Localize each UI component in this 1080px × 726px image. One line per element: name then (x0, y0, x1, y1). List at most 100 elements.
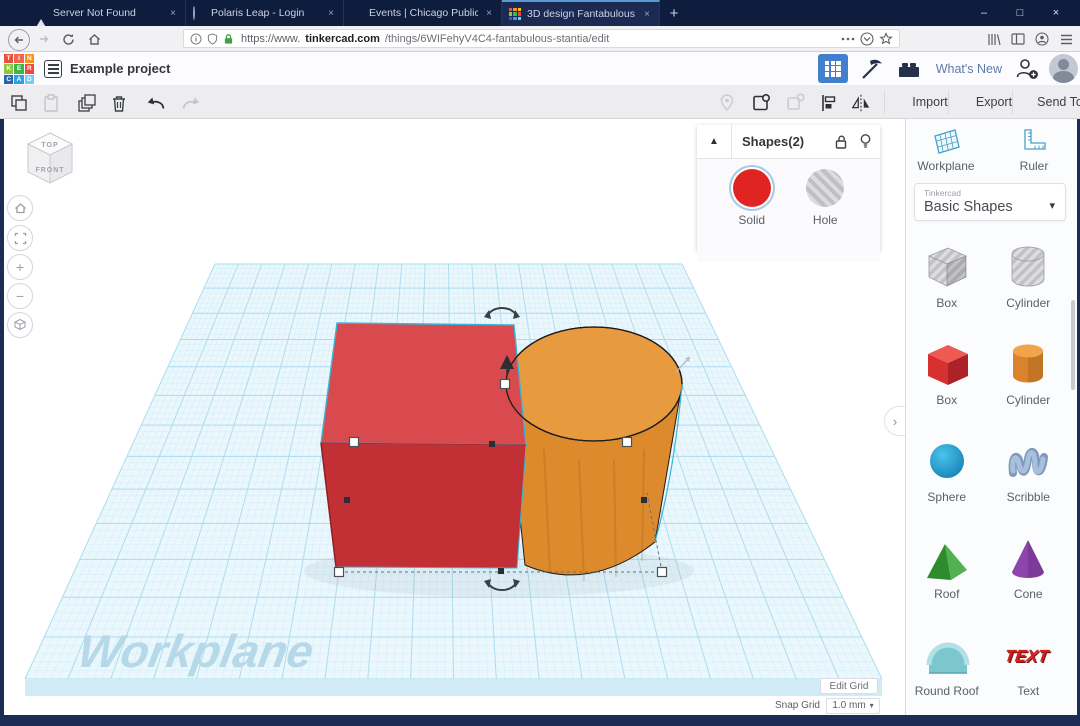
lock-icon[interactable] (223, 33, 234, 45)
tab-close-icon[interactable]: × (168, 8, 178, 19)
caret-down-icon: ▾ (1049, 199, 1055, 212)
hole-color-disc[interactable] (806, 169, 844, 207)
shape-item-cone[interactable]: Cone (989, 532, 1067, 629)
shape-item-scribble[interactable]: Scribble (989, 435, 1067, 532)
window-minimize-button[interactable]: – (966, 0, 1002, 26)
3d-canvas[interactable]: Workplane (4, 119, 905, 715)
library-label: Tinkercad (924, 188, 1056, 198)
bookmark-star-icon[interactable] (879, 32, 893, 46)
tab-title: Polaris Leap - Login (211, 7, 320, 19)
group-icon[interactable] (750, 92, 772, 114)
undo-icon[interactable] (145, 92, 167, 114)
hole-swatch[interactable]: Hole (806, 169, 844, 262)
tab-close-icon[interactable]: × (484, 8, 494, 19)
delete-icon[interactable] (108, 92, 130, 114)
zoom-out-button[interactable]: − (7, 283, 33, 309)
svg-text:TOP: TOP (41, 142, 58, 149)
paste-icon[interactable] (40, 92, 62, 114)
align-icon[interactable] (818, 92, 840, 114)
duplicate-icon[interactable] (76, 92, 98, 114)
shield-icon[interactable] (207, 33, 218, 45)
brick-icon[interactable] (894, 54, 924, 83)
window-maximize-button[interactable]: □ (1002, 0, 1038, 26)
forward-button[interactable] (34, 29, 54, 49)
shape-item-sphere[interactable]: Sphere (908, 435, 986, 532)
url-domain: tinkercad.com (305, 33, 380, 45)
snap-grid-select[interactable]: 1.0 mm▾ (826, 698, 880, 714)
library-icon[interactable] (984, 29, 1004, 49)
cone-icon (1002, 532, 1054, 584)
sidebar-scrollbar[interactable] (1071, 300, 1075, 390)
info-icon[interactable] (190, 33, 202, 45)
workplane-tool[interactable]: Workplane (906, 127, 986, 173)
shape-item-box-red[interactable]: Box (908, 338, 986, 435)
snap-grid-row: Snap Grid 1.0 mm▾ (704, 697, 880, 714)
hole-label: Hole (813, 213, 838, 227)
ruler-tool[interactable]: Ruler (994, 127, 1074, 173)
pocket-icon[interactable] (860, 32, 874, 46)
caret-down-icon: ▾ (870, 701, 874, 710)
tab-close-icon[interactable]: × (642, 9, 652, 20)
browser-tab-bar: Server Not Found × Polaris Leap - Login … (0, 0, 1080, 26)
ungroup-icon[interactable] (784, 92, 806, 114)
shape-item-roof[interactable]: Roof (908, 532, 986, 629)
box-red-icon (921, 338, 973, 390)
tab-tinkercad-active[interactable]: 3D design Fantabulous Stantia × (502, 0, 660, 26)
text-shape-icon: TEXT TEXT (1002, 629, 1054, 681)
tab-chicago-library[interactable]: Events | Chicago Public Library × (344, 0, 502, 26)
home-view-button[interactable] (7, 195, 33, 221)
home-button[interactable] (84, 29, 104, 49)
perspective-toggle-button[interactable] (7, 312, 33, 338)
page-actions-icon[interactable] (841, 37, 855, 41)
tinkercad-favicon (509, 8, 521, 20)
view-cube[interactable]: TOP FRONT (28, 133, 72, 183)
edit-grid-button[interactable]: Edit Grid (820, 678, 878, 694)
solid-color-disc[interactable] (733, 169, 771, 207)
cylinder-orange-icon (1002, 338, 1054, 390)
shape-item-round-roof[interactable]: Round Roof (908, 629, 986, 726)
mirror-icon[interactable] (850, 92, 872, 114)
shape-item-box-hole[interactable]: Box (908, 241, 986, 338)
shapes-sidebar: Workplane Ruler Tinkercad Basic Shapes ▾ (905, 119, 1077, 715)
show-all-icon[interactable] (716, 92, 738, 114)
shape-library-select[interactable]: Tinkercad Basic Shapes ▾ (914, 183, 1066, 221)
send-to-button[interactable]: Send To (1012, 90, 1080, 114)
copy-icon[interactable] (8, 92, 30, 114)
window-close-button[interactable]: × (1038, 0, 1074, 26)
whats-new-link[interactable]: What's New (932, 62, 1006, 76)
edit-toolbar: Import Export Send To (0, 85, 1080, 119)
dashboard-grid-button[interactable] (818, 54, 848, 83)
shapes-panel-title: Shapes(2) (742, 134, 804, 149)
redo-icon[interactable] (180, 92, 202, 114)
tab-title: Server Not Found (53, 7, 162, 19)
shape-item-cylinder-hole[interactable]: Cylinder (989, 241, 1067, 338)
tab-server-not-found[interactable]: Server Not Found × (28, 0, 186, 26)
scribble-icon (1002, 435, 1054, 487)
tinkercad-header: TIN KER CAD Example project What's New (0, 52, 1080, 85)
user-avatar[interactable] (1049, 54, 1078, 83)
lightbulb-icon[interactable] (859, 133, 872, 150)
account-icon[interactable] (1032, 29, 1052, 49)
shape-item-cylinder-orange[interactable]: Cylinder (989, 338, 1067, 435)
zoom-in-button[interactable]: + (7, 254, 33, 280)
back-button[interactable] (8, 29, 30, 51)
workplane-watermark: Workplane (74, 625, 317, 677)
new-tab-button[interactable]: + (660, 0, 688, 26)
project-title[interactable]: Example project (70, 61, 170, 76)
invite-people-icon[interactable] (1014, 56, 1041, 82)
tinkercad-logo[interactable]: TIN KER CAD (4, 54, 34, 84)
unlock-icon[interactable] (834, 134, 849, 150)
solid-swatch[interactable]: Solid (733, 169, 771, 262)
panel-collapse-icon[interactable]: ▲ (697, 125, 732, 158)
solid-label: Solid (738, 213, 765, 227)
url-bar[interactable]: https://www.tinkercad.com/things/6WIFehy… (183, 29, 900, 48)
tab-close-icon[interactable]: × (326, 8, 336, 19)
shape-item-text[interactable]: TEXT TEXT Text (989, 629, 1067, 726)
reload-button[interactable] (58, 29, 78, 49)
project-list-icon[interactable] (44, 60, 62, 78)
fit-view-button[interactable] (7, 225, 33, 251)
menu-icon[interactable] (1056, 29, 1076, 49)
minecraft-pickaxe-icon[interactable] (856, 54, 886, 83)
sidebar-toggle-icon[interactable] (1008, 29, 1028, 49)
tab-polaris-leap[interactable]: Polaris Leap - Login × (186, 0, 344, 26)
